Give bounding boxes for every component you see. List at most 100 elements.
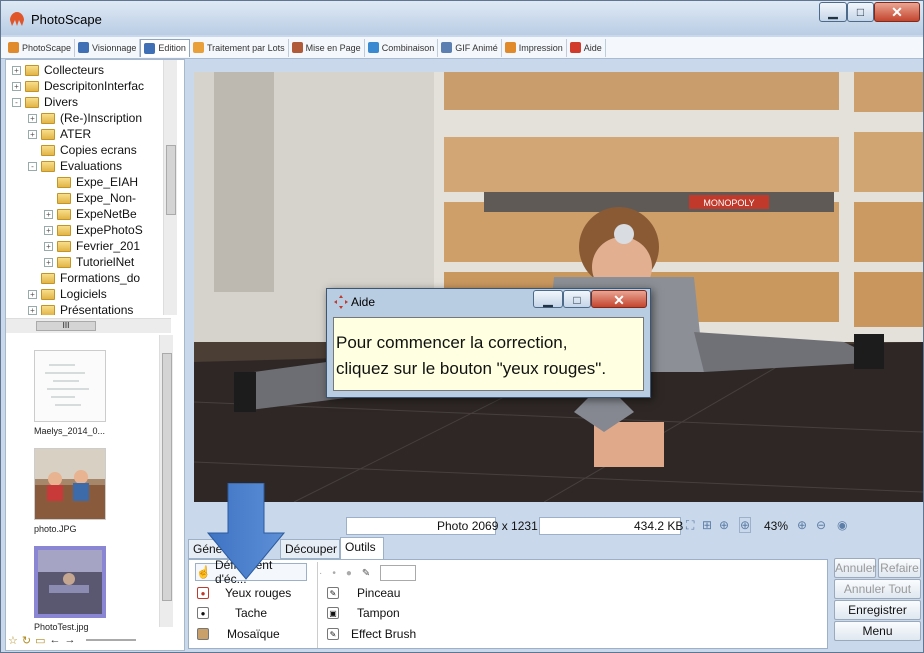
thumbnail-maelys[interactable] <box>34 350 106 422</box>
tree-item[interactable]: + Logiciels <box>28 286 107 302</box>
thumbnail-photo[interactable] <box>34 448 106 520</box>
color-dropdown[interactable] <box>380 565 417 581</box>
redo-button[interactable]: Refaire <box>878 558 921 578</box>
tree-item[interactable]: - Evaluations <box>28 158 122 174</box>
zoom-in-icon[interactable]: ⊕ <box>797 518 807 532</box>
browser-toolbar: ☆ ↻ ▭ ← → <box>8 632 182 648</box>
tree-hscroll-thumb[interactable]: III <box>36 321 96 331</box>
module-tab-0[interactable]: PhotoScape <box>5 38 76 57</box>
tree-item[interactable]: + Fevrier_201 <box>44 238 140 254</box>
tree-item[interactable]: + ATER <box>28 126 91 142</box>
tab-tools[interactable]: Outils <box>340 537 384 559</box>
dialog-minimize-button[interactable]: ▁ <box>533 290 563 308</box>
thumbs-scroll-thumb[interactable] <box>162 353 172 601</box>
fit-icon[interactable]: ⛶ <box>686 518 694 533</box>
thumb-size-slider[interactable] <box>85 639 136 641</box>
star-icon[interactable]: ☆ <box>8 634 18 647</box>
thumbnail-label: Maelys_2014_0... <box>34 426 106 436</box>
size-large-icon[interactable]: ● <box>346 568 352 579</box>
module-tab-6[interactable]: GIF Animé <box>438 38 502 57</box>
folder-icon[interactable]: ▭ <box>35 634 45 647</box>
tree-item[interactable]: + ExpePhotoS <box>44 222 143 238</box>
tree-item[interactable]: + Collecteurs <box>12 62 104 78</box>
eyedropper-icon[interactable]: ✎ <box>362 568 370 579</box>
back-icon[interactable]: ← <box>50 634 61 646</box>
tree-vscrollbar[interactable] <box>163 60 177 315</box>
module-tab-2[interactable]: Edition <box>140 38 190 57</box>
image-dimensions: Photo 2069 x 1231 <box>437 519 538 533</box>
undo-button[interactable]: Annuler <box>834 558 876 578</box>
expand-icon[interactable]: + <box>28 113 37 123</box>
tree-scroll-thumb[interactable] <box>166 145 176 215</box>
collapse-icon[interactable]: - <box>28 161 37 171</box>
tree-item[interactable]: + ExpeNetBe <box>44 206 137 222</box>
expand-icon[interactable]: + <box>44 225 53 235</box>
tree-item[interactable]: Formations_do <box>28 270 140 286</box>
size-medium-icon[interactable]: • <box>332 568 336 579</box>
module-tab-icon <box>291 42 303 53</box>
brush-size-options[interactable]: · • ● ✎ <box>319 564 417 582</box>
size-small-icon[interactable]: · <box>319 568 322 579</box>
module-tab-3[interactable]: Traitement par Lots <box>190 38 289 57</box>
effect-brush-label: Effect Brush <box>351 627 417 641</box>
tree-item-label: Expe_Non- <box>76 191 137 205</box>
forward-icon[interactable]: → <box>65 634 76 646</box>
module-tab-1[interactable]: Visionnage <box>75 38 141 57</box>
expand-icon[interactable]: + <box>12 65 21 75</box>
brush-tool[interactable]: ✎ Pinceau <box>327 584 400 602</box>
expand-icon[interactable]: + <box>28 305 37 315</box>
dialog-maximize-button[interactable]: □ <box>563 290 591 308</box>
red-eye-tool[interactable]: ● Yeux rouges <box>197 584 291 602</box>
module-tab-label: Traitement par Lots <box>206 42 285 53</box>
tree-item[interactable]: + Présentations <box>28 302 133 315</box>
info-icon[interactable]: ◉ <box>837 518 847 532</box>
expand-icon[interactable]: + <box>28 289 37 299</box>
zoom-window-icon[interactable]: ⊕ <box>739 517 752 533</box>
thumbs-vscrollbar[interactable] <box>159 335 173 627</box>
mosaic-tool[interactable]: Mosaïque <box>197 625 280 643</box>
tree-item-label: Présentations <box>60 303 134 315</box>
tree-item[interactable]: - Divers <box>12 94 78 110</box>
maximize-icon: □ <box>573 293 581 307</box>
close-button[interactable]: ✕ <box>874 2 920 22</box>
photo-canvas[interactable]: MONOPOLY <box>194 72 923 502</box>
tree-item[interactable]: + DescripitonInterfac <box>12 78 144 94</box>
tab-crop[interactable]: Découper <box>280 539 340 559</box>
save-button[interactable]: Enregistrer <box>834 600 921 620</box>
tree-item[interactable]: + (Re-)Inscription <box>28 110 142 126</box>
tree-item[interactable]: + TutorielNet <box>44 254 134 270</box>
tree-item[interactable]: Copies ecrans <box>28 142 137 158</box>
undo-all-button[interactable]: Annuler Tout <box>834 579 921 599</box>
phototest-thumbnail <box>38 550 102 614</box>
minimize-button[interactable]: ▁ <box>819 2 847 22</box>
dialog-close-button[interactable]: ✕ <box>591 290 647 308</box>
module-tab-7[interactable]: Impression <box>502 38 567 57</box>
zoom-100-icon[interactable]: ⊞ <box>702 518 712 532</box>
zoom-fit-icon[interactable]: ⊕ <box>719 518 729 532</box>
tree-item[interactable]: Expe_EIAH <box>44 174 138 190</box>
clone-stamp-tool[interactable]: ▣ Tampon <box>327 604 400 622</box>
expand-icon[interactable]: + <box>12 81 21 91</box>
expand-icon[interactable]: + <box>28 129 37 139</box>
rotate-icon[interactable]: ↻ <box>22 634 31 647</box>
module-tab-4[interactable]: Mise en Page <box>289 38 365 57</box>
tree-item-label: (Re-)Inscription <box>60 111 143 125</box>
down-arrow-icon <box>206 483 286 580</box>
collapse-icon[interactable]: - <box>12 97 21 107</box>
expand-icon[interactable]: + <box>44 257 53 267</box>
zoom-out-icon[interactable]: ⊖ <box>816 518 826 532</box>
maximize-button[interactable]: □ <box>847 2 874 22</box>
zoom-level: 43% <box>764 519 789 533</box>
spot-tool[interactable]: ● Tache <box>197 604 267 622</box>
expand-icon[interactable]: + <box>44 241 53 251</box>
thumbnail-phototest-selected[interactable] <box>34 546 106 618</box>
dialog-message: Pour commencer la correction, cliquez su… <box>333 317 644 391</box>
tree-item[interactable]: Expe_Non- <box>44 190 136 206</box>
expand-icon[interactable]: + <box>44 209 53 219</box>
tree-hscrollbar[interactable]: III <box>6 318 171 333</box>
effect-brush-tool[interactable]: ✎ Effect Brush <box>327 625 416 643</box>
menu-button[interactable]: Menu <box>834 621 921 641</box>
module-tab-5[interactable]: Combinaison <box>365 38 439 57</box>
module-tab-8[interactable]: Aide <box>567 38 606 57</box>
minimize-icon: ▁ <box>828 5 838 19</box>
